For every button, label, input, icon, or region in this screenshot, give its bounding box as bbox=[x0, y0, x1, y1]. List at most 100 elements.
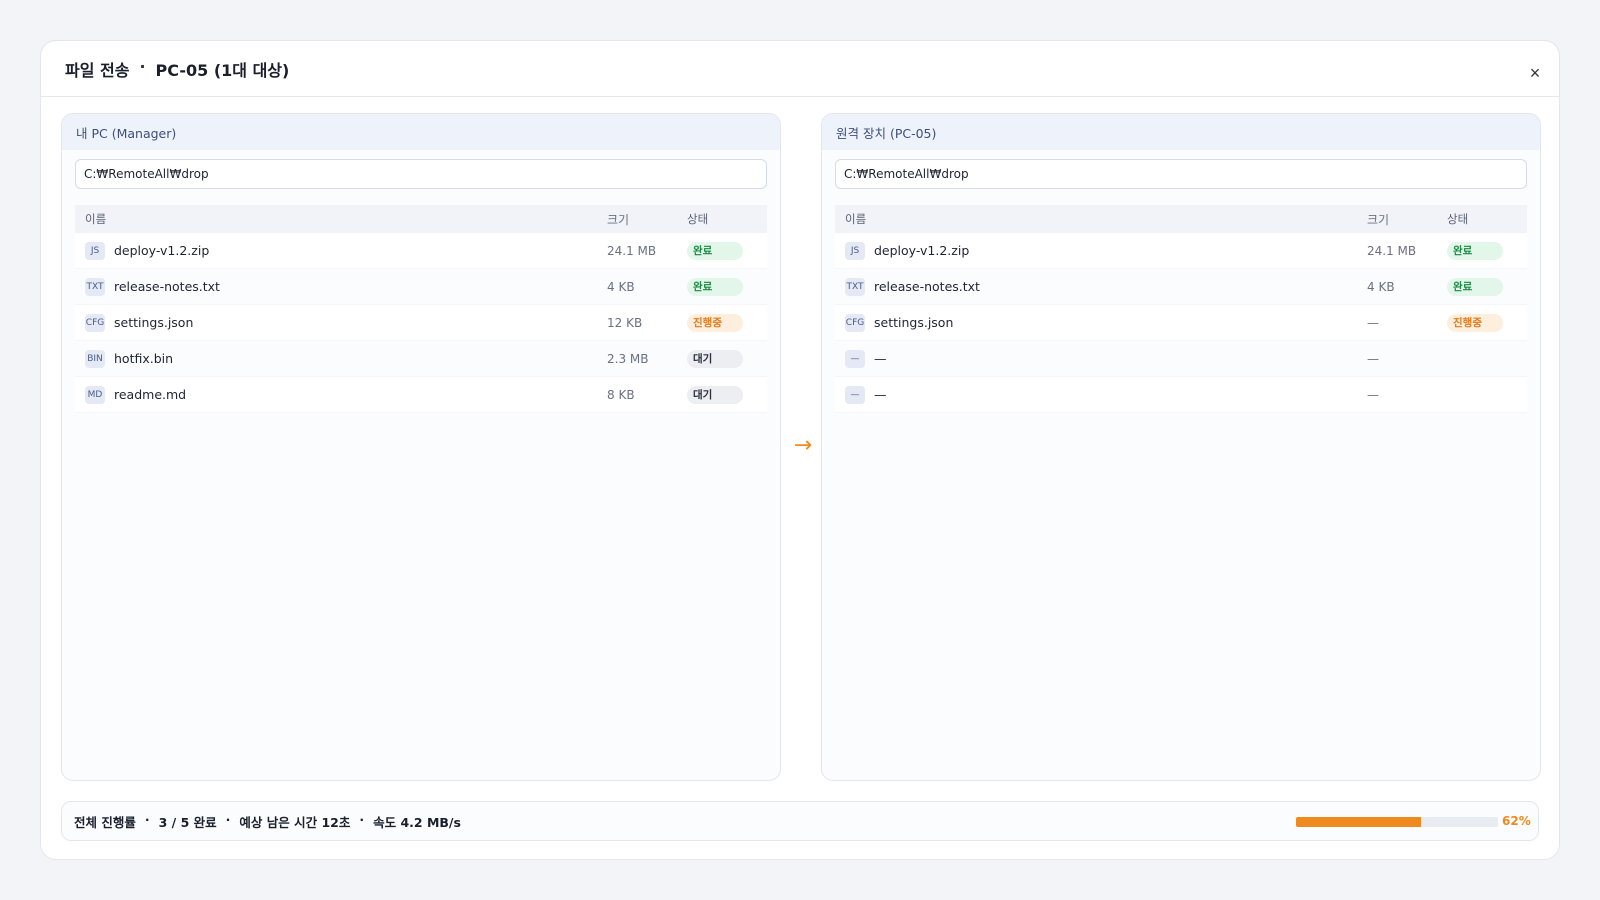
status-cell bbox=[1447, 348, 1527, 369]
file-size: 4 KB bbox=[1367, 279, 1395, 294]
status-cell: 대기 bbox=[687, 385, 767, 404]
status-cell: 진행중 bbox=[1447, 313, 1527, 332]
file-size: — bbox=[1367, 351, 1379, 366]
status-cell: 완료 bbox=[687, 277, 767, 296]
status-cell: 완료 bbox=[1447, 241, 1527, 260]
file-name: — bbox=[874, 387, 887, 402]
status-badge bbox=[1447, 384, 1503, 402]
local-pane-title: 내 PC (Manager) bbox=[62, 114, 780, 150]
file-type-icon: JS bbox=[845, 241, 865, 260]
file-type-icon: JS bbox=[85, 241, 105, 260]
status-badge: 완료 bbox=[1447, 277, 1503, 296]
table-header: 이름 크기 상태 bbox=[835, 205, 1527, 233]
column-name: 이름 bbox=[85, 212, 107, 226]
status-badge: 완료 bbox=[687, 277, 743, 296]
status-badge: 진행중 bbox=[1447, 313, 1503, 332]
file-type-icon: BIN bbox=[85, 349, 105, 368]
title-separator: · bbox=[139, 56, 146, 76]
summary-separator: · bbox=[225, 811, 231, 827]
file-size: 2.3 MB bbox=[607, 351, 649, 366]
table-row[interactable]: — — — bbox=[835, 341, 1527, 377]
status-badge: 진행중 bbox=[687, 313, 743, 332]
local-pane: 내 PC (Manager) 이름 크기 상태 JS deploy-v1.2.zi… bbox=[61, 113, 781, 781]
dialog-title-target: PC-05 (1대 대상) bbox=[155, 60, 290, 80]
remote-pane-title: 원격 장치 (PC-05) bbox=[822, 114, 1540, 150]
table-row[interactable]: CFG settings.json 12 KB 진행중 bbox=[75, 305, 767, 341]
summary-separator: · bbox=[144, 811, 150, 827]
file-name-cell: MD readme.md bbox=[85, 385, 607, 404]
file-size: 4 KB bbox=[607, 279, 635, 294]
table-header: 이름 크기 상태 bbox=[75, 205, 767, 233]
file-type-icon: — bbox=[845, 349, 865, 368]
transfer-arrow-icon: → bbox=[793, 433, 813, 458]
transfer-panes: 내 PC (Manager) 이름 크기 상태 JS deploy-v1.2.zi… bbox=[61, 113, 1541, 781]
file-name: deploy-v1.2.zip bbox=[114, 243, 210, 258]
close-icon[interactable]: × bbox=[1523, 61, 1547, 85]
file-name-cell: CFG settings.json bbox=[845, 313, 1367, 332]
file-type-icon: CFG bbox=[85, 313, 105, 332]
table-row[interactable]: JS deploy-v1.2.zip 24.1 MB 완료 bbox=[75, 233, 767, 269]
file-size: 24.1 MB bbox=[1367, 243, 1417, 258]
file-transfer-dialog: 파일 전송 · PC-05 (1대 대상) × 내 PC (Manager) 이… bbox=[40, 40, 1560, 860]
table-row[interactable]: TXT release-notes.txt 4 KB 완료 bbox=[835, 269, 1527, 305]
file-name: release-notes.txt bbox=[874, 279, 980, 294]
file-name: — bbox=[874, 351, 887, 366]
file-name-cell: CFG settings.json bbox=[85, 313, 607, 332]
file-name: hotfix.bin bbox=[114, 351, 174, 366]
file-size: 8 KB bbox=[607, 387, 635, 402]
file-type-icon: TXT bbox=[85, 277, 105, 296]
file-type-icon: MD bbox=[85, 385, 105, 404]
local-path-input[interactable] bbox=[75, 159, 767, 189]
progress-track bbox=[1296, 817, 1498, 827]
status-cell: 진행중 bbox=[687, 313, 767, 332]
remote-path-input[interactable] bbox=[835, 159, 1527, 189]
progress-label: 전체 진행률 bbox=[74, 814, 136, 830]
column-status: 상태 bbox=[1447, 212, 1469, 226]
progress-summary: 전체 진행률 · 3 / 5 완료 · 예상 남은 시간 12초 · 속도 4.… bbox=[74, 812, 461, 831]
column-size: 크기 bbox=[607, 212, 630, 227]
file-size: — bbox=[1367, 315, 1379, 330]
status-badge: 완료 bbox=[1447, 241, 1503, 260]
status-cell: 완료 bbox=[687, 241, 767, 260]
file-name-cell: JS deploy-v1.2.zip bbox=[845, 241, 1367, 260]
file-name-cell: BIN hotfix.bin bbox=[85, 349, 607, 368]
column-name: 이름 bbox=[845, 212, 867, 226]
status-badge: 대기 bbox=[687, 385, 743, 404]
overall-progress-bar: 전체 진행률 · 3 / 5 완료 · 예상 남은 시간 12초 · 속도 4.… bbox=[61, 801, 1539, 841]
file-name-cell: TXT release-notes.txt bbox=[845, 277, 1367, 296]
table-row[interactable]: — — — bbox=[835, 377, 1527, 413]
file-name: release-notes.txt bbox=[114, 279, 220, 294]
status-cell: 완료 bbox=[1447, 277, 1527, 296]
status-badge bbox=[1447, 348, 1503, 366]
speed-text: 속도 4.2 MB/s bbox=[373, 814, 461, 830]
remote-file-list: JS deploy-v1.2.zip 24.1 MB 완료 TXT release-not… bbox=[835, 233, 1527, 413]
file-name: settings.json bbox=[114, 315, 194, 330]
progress-fill bbox=[1296, 817, 1422, 827]
file-name: deploy-v1.2.zip bbox=[874, 243, 970, 258]
dialog-header: 파일 전송 · PC-05 (1대 대상) × bbox=[41, 41, 1559, 97]
column-status: 상태 bbox=[687, 212, 709, 226]
file-name: readme.md bbox=[114, 387, 187, 402]
file-name: settings.json bbox=[874, 315, 954, 330]
progress-percent: 62% bbox=[1502, 814, 1531, 828]
remote-file-table: 이름 크기 상태 JS deploy-v1.2.zip 24.1 MB 완료 TXT re… bbox=[835, 205, 1527, 413]
status-cell bbox=[1447, 384, 1527, 405]
file-size: 12 KB bbox=[607, 315, 643, 330]
local-file-table: 이름 크기 상태 JS deploy-v1.2.zip 24.1 MB 완료 TXT re… bbox=[75, 205, 767, 413]
table-row[interactable]: TXT release-notes.txt 4 KB 완료 bbox=[75, 269, 767, 305]
file-name-cell: TXT release-notes.txt bbox=[85, 277, 607, 296]
status-cell: 대기 bbox=[687, 349, 767, 368]
table-row[interactable]: BIN hotfix.bin 2.3 MB 대기 bbox=[75, 341, 767, 377]
file-size: — bbox=[1367, 387, 1379, 402]
completed-count: 3 / 5 완료 bbox=[158, 814, 217, 830]
status-badge: 완료 bbox=[687, 241, 743, 260]
file-name-cell: JS deploy-v1.2.zip bbox=[85, 241, 607, 260]
file-type-icon: — bbox=[845, 385, 865, 404]
table-row[interactable]: JS deploy-v1.2.zip 24.1 MB 완료 bbox=[835, 233, 1527, 269]
file-name-cell: — — bbox=[845, 385, 1367, 404]
summary-separator: · bbox=[359, 811, 365, 827]
file-size: 24.1 MB bbox=[607, 243, 657, 258]
table-row[interactable]: CFG settings.json — 진행중 bbox=[835, 305, 1527, 341]
table-row[interactable]: MD readme.md 8 KB 대기 bbox=[75, 377, 767, 413]
remote-pane: 원격 장치 (PC-05) 이름 크기 상태 JS deploy-v1.2.zip… bbox=[821, 113, 1541, 781]
